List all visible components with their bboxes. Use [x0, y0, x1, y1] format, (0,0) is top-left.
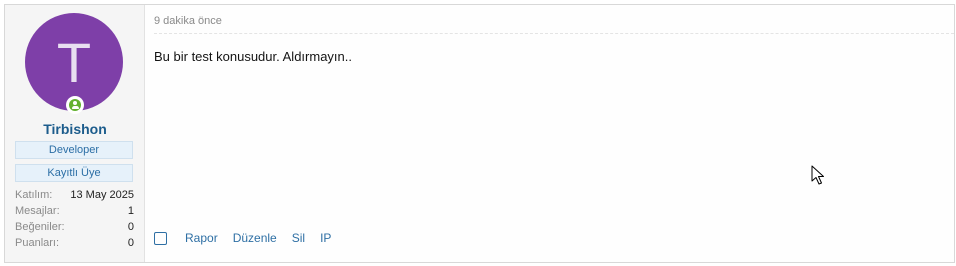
delete-link[interactable]: Sil — [292, 231, 305, 245]
user-title-banner-member: Kayıtlı Üye — [15, 164, 133, 182]
stat-row-points: Puanları: 0 — [15, 235, 134, 251]
stat-row-joined: Katılım: 13 May 2025 — [15, 187, 134, 203]
user-title-banner-developer: Developer — [15, 141, 133, 159]
stat-label: Katılım: — [15, 189, 53, 201]
user-stats: Katılım: 13 May 2025 Mesajlar: 1 Beğenil… — [15, 187, 134, 251]
post-body: Bu bir test konusudur. Aldırmayın.. — [154, 49, 352, 64]
stat-value: 13 May 2025 — [70, 189, 134, 201]
post-action-bar: Rapor Düzenle Sil IP — [154, 231, 346, 245]
header-divider — [154, 33, 954, 34]
stat-label: Puanları: — [15, 237, 60, 249]
stat-label: Mesajlar: — [15, 205, 60, 217]
avatar-letter: T — [56, 30, 92, 94]
mouse-pointer-icon — [811, 165, 824, 185]
edit-link[interactable]: Düzenle — [233, 231, 277, 245]
ip-link[interactable]: IP — [320, 231, 331, 245]
message-user-sidebar: T Tirbishon Developer Kayıtlı Üye Katılı… — [5, 5, 145, 262]
stat-value: 0 — [127, 237, 134, 249]
stat-row-messages: Mesajlar: 1 — [15, 203, 134, 219]
message-post: T Tirbishon Developer Kayıtlı Üye Katılı… — [4, 4, 955, 263]
stat-label: Beğeniler: — [15, 221, 65, 233]
select-post-checkbox[interactable] — [154, 231, 167, 245]
username-link[interactable]: Tirbishon — [5, 121, 145, 137]
report-link[interactable]: Rapor — [185, 231, 218, 245]
post-timestamp-link[interactable]: 9 dakika önce — [154, 15, 222, 27]
stat-value: 0 — [127, 221, 134, 233]
stat-value: 1 — [127, 205, 134, 217]
stat-row-likes: Beğeniler: 0 — [15, 219, 134, 235]
online-status-icon — [66, 96, 84, 114]
online-status-icon-inner — [69, 99, 81, 111]
